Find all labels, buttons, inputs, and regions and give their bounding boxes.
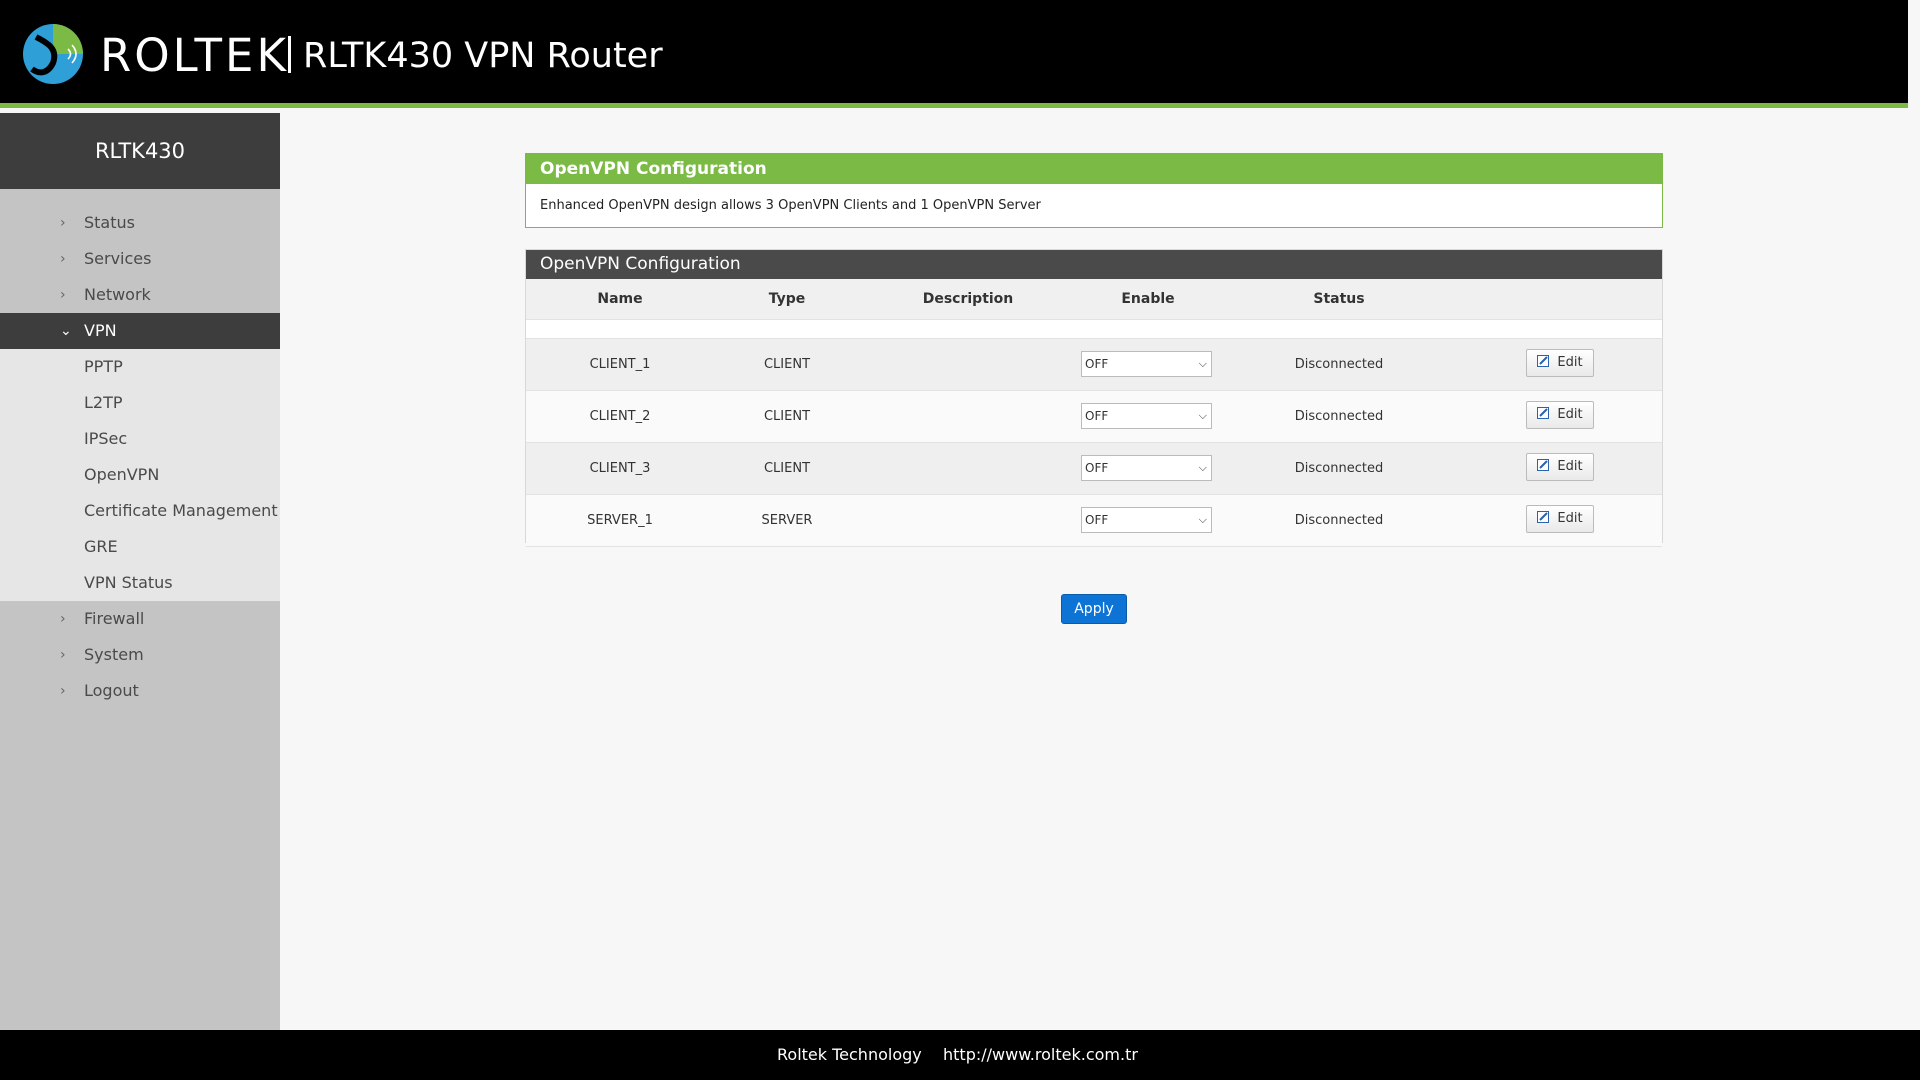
column-header-type: Type	[768, 291, 806, 307]
brand-separator	[288, 36, 291, 73]
chevron-right-icon: ›	[60, 683, 66, 699]
sidebar-item-status[interactable]: › Status	[0, 205, 280, 241]
row-type: CLIENT	[763, 357, 811, 372]
row-name: CLIENT_2	[589, 409, 651, 424]
sidebar-item-label: Network	[84, 285, 151, 304]
submenu-item-gre[interactable]: GRE	[0, 529, 280, 565]
enable-select-value: OFF	[1085, 513, 1109, 527]
submenu-item-openvpn[interactable]: OpenVPN	[0, 457, 280, 493]
table-row: CLIENT_2 CLIENT OFF ⌵ Disconnected Edit	[526, 391, 1662, 443]
row-name: SERVER_1	[587, 513, 653, 528]
edit-button-label: Edit	[1557, 459, 1583, 474]
sidebar-item-label: Logout	[84, 681, 139, 700]
submenu-item-pptp[interactable]: PPTP	[0, 349, 280, 385]
sidebar-item-label: Firewall	[84, 609, 145, 628]
sidebar-item-label: System	[84, 645, 144, 664]
device-name: RLTK430	[0, 113, 280, 189]
edit-button-label: Edit	[1557, 407, 1583, 422]
row-status: Disconnected	[1294, 513, 1384, 528]
sidebar-item-logout[interactable]: › Logout	[0, 673, 280, 709]
page-title: RLTK430 VPN Router	[303, 36, 663, 76]
chevron-right-icon: ›	[60, 611, 66, 627]
edit-icon	[1537, 407, 1550, 419]
row-status: Disconnected	[1294, 409, 1384, 424]
header-accent-bar	[0, 103, 1908, 108]
sidebar-item-firewall[interactable]: › Firewall	[0, 601, 280, 637]
enable-select[interactable]: OFF ⌵	[1081, 455, 1212, 481]
info-panel-title: OpenVPN Configuration	[526, 154, 1662, 184]
vpn-submenu: PPTP L2TP IPSec OpenVPN Certificate Mana…	[0, 349, 280, 601]
footer-company: Roltek Technology	[777, 1045, 922, 1064]
table-row: CLIENT_1 CLIENT OFF ⌵ Disconnected Edit	[526, 339, 1662, 391]
edit-icon	[1537, 511, 1550, 523]
roltek-logo-icon	[23, 24, 83, 84]
column-header-enable: Enable	[1121, 291, 1175, 307]
top-header: ROLTEK RLTK430 VPN Router	[0, 0, 1908, 108]
column-header-description: Description	[922, 291, 1014, 307]
openvpn-config-table: OpenVPN Configuration Name Type Descript…	[525, 249, 1663, 547]
sidebar-nav: › Status › Services › Network ⌄ VPN PPTP…	[0, 205, 280, 709]
apply-button[interactable]: Apply	[1061, 594, 1127, 624]
brand-name: ROLTEK	[100, 29, 289, 82]
dropdown-arrow-icon: ⌵	[1198, 461, 1207, 474]
table-row: CLIENT_3 CLIENT OFF ⌵ Disconnected Edit	[526, 443, 1662, 495]
sidebar-item-vpn[interactable]: ⌄ VPN	[0, 313, 280, 349]
sidebar-item-services[interactable]: › Services	[0, 241, 280, 277]
dropdown-arrow-icon: ⌵	[1198, 357, 1207, 370]
submenu-item-ipsec[interactable]: IPSec	[0, 421, 280, 457]
chevron-right-icon: ›	[60, 287, 66, 303]
edit-button[interactable]: Edit	[1526, 505, 1594, 533]
edit-icon	[1537, 355, 1550, 367]
sidebar-item-system[interactable]: › System	[0, 637, 280, 673]
enable-select-value: OFF	[1085, 409, 1109, 423]
enable-select[interactable]: OFF ⌵	[1081, 351, 1212, 377]
row-type: CLIENT	[763, 461, 811, 476]
footer-link[interactable]: http://www.roltek.com.tr	[943, 1045, 1138, 1064]
enable-select-value: OFF	[1085, 357, 1109, 371]
sidebar-item-label: VPN	[84, 321, 117, 340]
table-panel-title: OpenVPN Configuration	[526, 250, 1662, 279]
chevron-down-icon: ⌄	[60, 323, 72, 339]
submenu-item-certificate-management[interactable]: Certificate Management	[0, 493, 280, 529]
row-status: Disconnected	[1294, 357, 1384, 372]
sidebar-item-label: Services	[84, 249, 152, 268]
enable-select[interactable]: OFF ⌵	[1081, 403, 1212, 429]
submenu-item-l2tp[interactable]: L2TP	[0, 385, 280, 421]
footer: Roltek Technology http://www.roltek.com.…	[0, 1030, 1920, 1080]
row-type: SERVER	[761, 513, 813, 528]
sidebar-item-network[interactable]: › Network	[0, 277, 280, 313]
row-type: CLIENT	[763, 409, 811, 424]
info-panel: OpenVPN Configuration Enhanced OpenVPN d…	[525, 153, 1663, 228]
sidebar-item-label: Status	[84, 213, 135, 232]
edit-button[interactable]: Edit	[1526, 349, 1594, 377]
edit-icon	[1537, 459, 1550, 471]
dropdown-arrow-icon: ⌵	[1198, 409, 1207, 422]
enable-select[interactable]: OFF ⌵	[1081, 507, 1212, 533]
row-name: CLIENT_1	[589, 357, 651, 372]
enable-select-value: OFF	[1085, 461, 1109, 475]
chevron-right-icon: ›	[60, 647, 66, 663]
edit-button[interactable]: Edit	[1526, 453, 1594, 481]
chevron-right-icon: ›	[60, 251, 66, 267]
info-panel-text: Enhanced OpenVPN design allows 3 OpenVPN…	[540, 198, 1041, 213]
edit-button-label: Edit	[1557, 355, 1583, 370]
column-header-name: Name	[597, 291, 643, 307]
table-spacer-row	[526, 319, 1662, 339]
sidebar: RLTK430 › Status › Services › Network ⌄ …	[0, 113, 280, 1030]
dropdown-arrow-icon: ⌵	[1198, 513, 1207, 526]
edit-button-label: Edit	[1557, 511, 1583, 526]
table-header: Name Type Description Enable Status	[526, 279, 1662, 319]
submenu-item-vpn-status[interactable]: VPN Status	[0, 565, 280, 601]
chevron-right-icon: ›	[60, 215, 66, 231]
row-name: CLIENT_3	[589, 461, 651, 476]
edit-button[interactable]: Edit	[1526, 401, 1594, 429]
table-row: SERVER_1 SERVER OFF ⌵ Disconnected Edit	[526, 495, 1662, 547]
column-header-status: Status	[1313, 291, 1365, 307]
row-status: Disconnected	[1294, 461, 1384, 476]
